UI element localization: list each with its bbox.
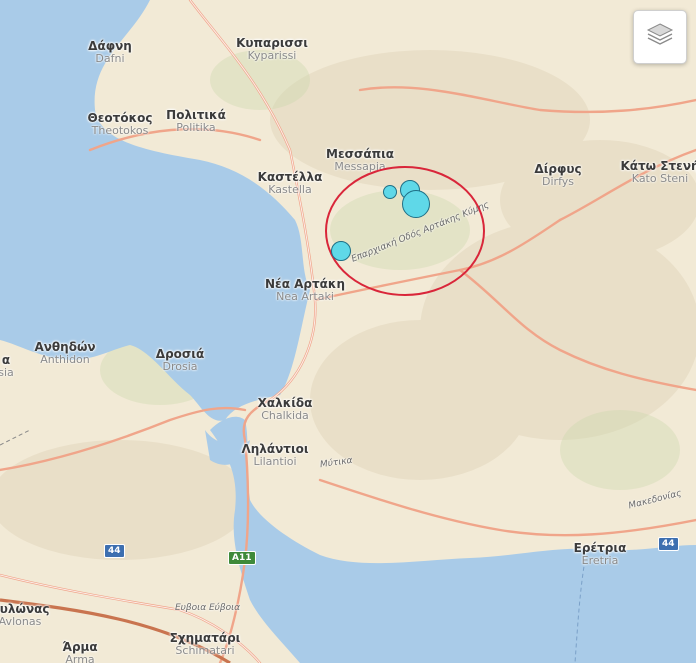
place-avlonas: ΑυλώναςAvlonas [0, 602, 50, 628]
earthquake-marker[interactable] [383, 185, 397, 199]
layers-button[interactable] [633, 10, 687, 64]
place-anthidon: Ανθηδών Anthidon [34, 340, 96, 366]
place-lilantioi: Ληλάντιοι Lilantioi [241, 442, 309, 468]
place-dafni: Δάφνη Dafni [88, 39, 132, 65]
map-view[interactable]: Δάφνη Dafni Κυπαρισσι Kyparissi Θεοτόκος Th… [0, 0, 696, 663]
place-chalkida: Χαλκίδα Chalkida [257, 396, 313, 422]
place-kastella: Καστέλλα Kastella [257, 170, 323, 196]
layers-icon [645, 20, 675, 54]
place-arma: Άρμα Arma [62, 640, 98, 663]
place-edge-partial: α sia [0, 353, 14, 379]
place-kyparissi: Κυπαρισσι Kyparissi [236, 36, 308, 62]
place-politika: Πολιτικά Politika [166, 108, 226, 134]
place-kato-steni: Κάτω Στενή Kato Steni [620, 159, 696, 185]
road-shield-a11: A11 [228, 551, 256, 565]
road-shield-a44-left: 44 [104, 544, 125, 558]
place-messapia: Μεσσάπια Messapia [326, 147, 394, 173]
place-drosia: Δροσιά Drosia [155, 347, 205, 373]
place-nea-artaki: Νέα Αρτάκη Nea Artaki [265, 277, 345, 303]
earthquake-marker[interactable] [402, 190, 430, 218]
earthquake-marker[interactable] [331, 241, 351, 261]
place-schimatari: Σχηματάρι Schimatari [169, 631, 241, 657]
road-label-evvoia: Ευβοια Εύβοια [175, 603, 241, 613]
place-eretria: Ερέτρια Eretria [573, 541, 627, 567]
road-shield-a44-right: 44 [658, 537, 679, 551]
place-theotokos: Θεοτόκος Theotokos [87, 111, 153, 137]
place-dirfys: Δίρφυς Dirfys [534, 162, 582, 188]
